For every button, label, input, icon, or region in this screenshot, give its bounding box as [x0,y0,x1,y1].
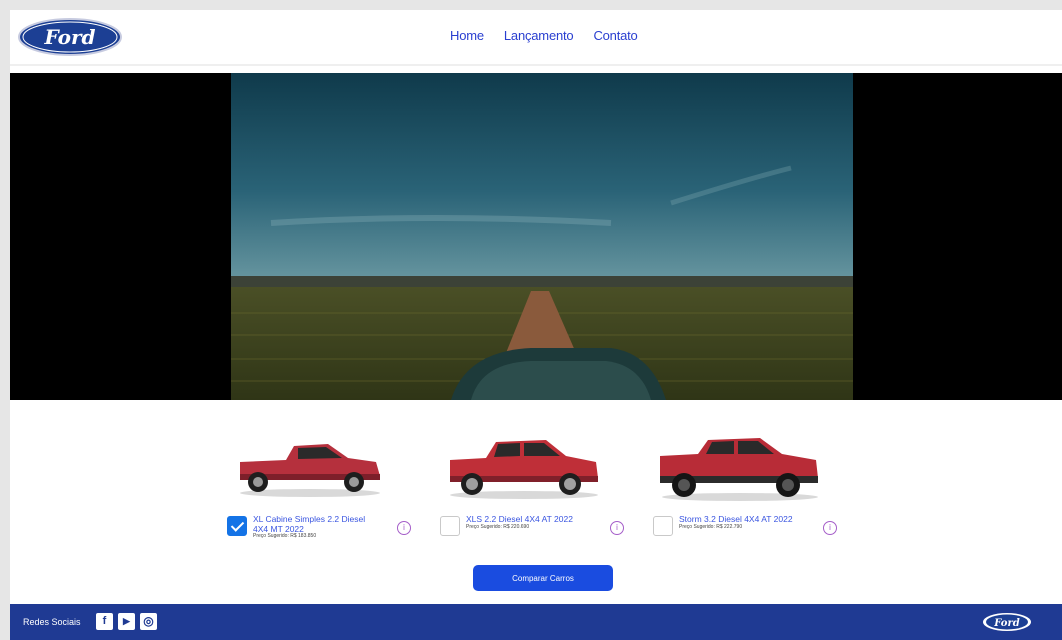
car-checkbox-xl[interactable] [227,516,247,536]
car-image-xl[interactable] [236,436,384,498]
main-nav: Home Lançamento Contato [450,28,638,43]
info-icon[interactable]: i [397,521,411,535]
car-checkbox-xls[interactable] [440,516,460,536]
header: Ford Home Lançamento Contato [10,10,1062,66]
info-icon[interactable]: i [610,521,624,535]
ford-logo[interactable]: Ford [18,18,122,56]
nav-lancamento[interactable]: Lançamento [504,28,574,43]
car-price-xls: Preço Sugerido: R$ 220.690 [466,524,530,530]
car-price-storm: Preço Sugerido: R$ 222.790 [679,524,743,530]
nav-contato[interactable]: Contato [593,28,637,43]
compare-cars-button[interactable]: Comparar Carros [473,565,613,591]
car-image-xls[interactable] [446,434,602,500]
footer-logo-text: Ford [993,618,1019,629]
car-price-xl: Preço Sugerido: R$ 183.850 [253,533,317,539]
car-checkbox-storm[interactable] [653,516,673,536]
info-icon[interactable]: i [823,521,837,535]
facebook-icon[interactable]: f [96,613,113,630]
nav-home[interactable]: Home [450,28,484,43]
car-image-storm[interactable] [656,432,822,502]
footer-ford-logo[interactable]: Ford [982,612,1032,632]
instagram-icon[interactable]: ◎ [140,613,157,630]
car-name-storm[interactable]: Storm 3.2 Diesel 4X4 AT 2022 [679,514,819,524]
logo-text: Ford [44,25,96,49]
youtube-icon[interactable]: ▶ [118,613,135,630]
hero-video-area [10,73,1062,400]
car-name-xls[interactable]: XLS 2.2 Diesel 4X4 AT 2022 [466,514,596,524]
social-label: Redes Sociais [23,617,81,627]
car-name-xl[interactable]: XL Cabine Simples 2.2 Diesel 4X4 MT 2022 [253,514,381,534]
footer: Redes Sociais f ▶ ◎ Ford [10,604,1062,640]
hero-video[interactable] [231,73,853,400]
page: Ford Home Lançamento Contato XL Cabine S… [10,10,1062,640]
